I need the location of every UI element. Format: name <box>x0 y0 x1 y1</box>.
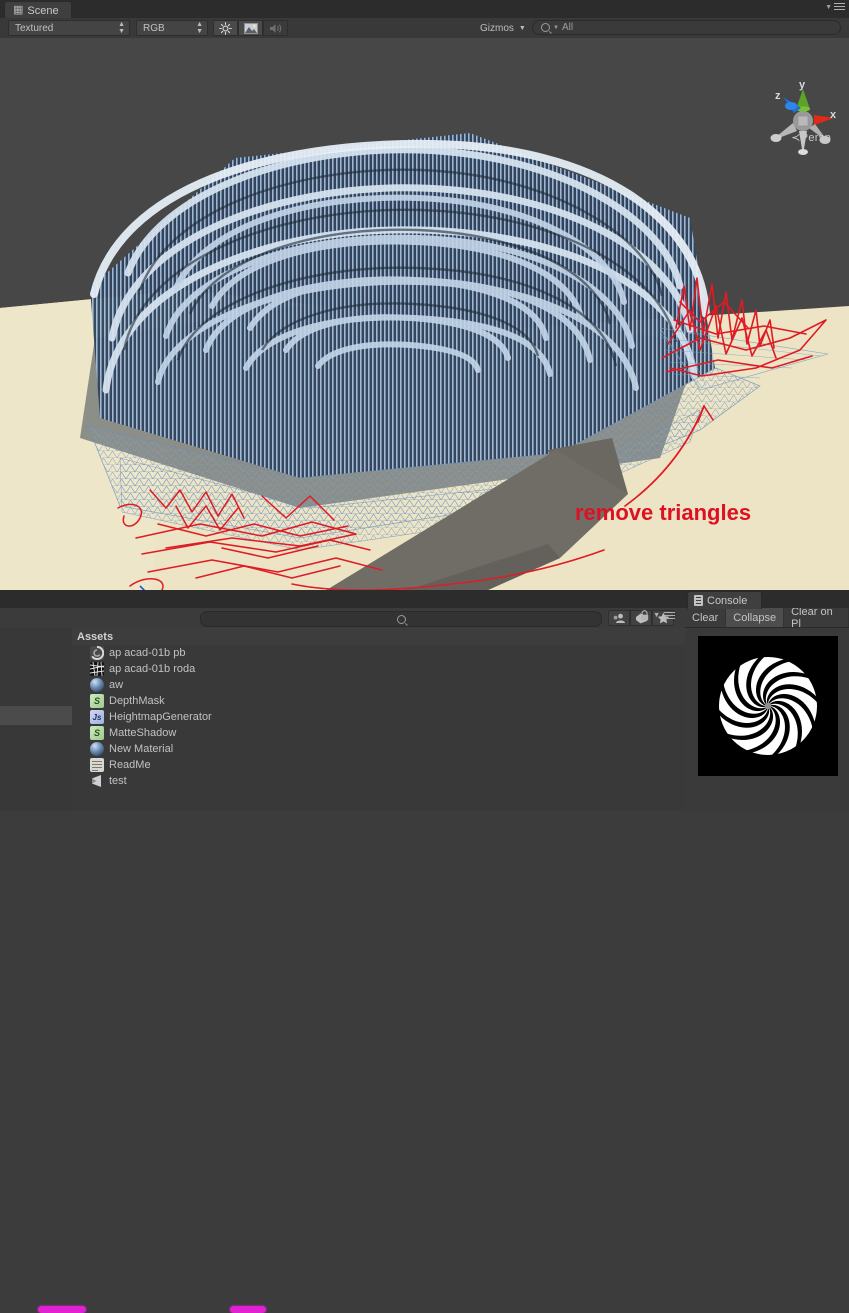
project-toolbar: ▼ <box>0 608 685 629</box>
color-mode-label: RGB <box>143 22 165 34</box>
highlight-mark-left <box>38 1306 86 1313</box>
scene-viewport[interactable]: x y z remove triangles ≺Persp <box>0 38 849 590</box>
annotation-remove-triangles: remove triangles <box>575 500 752 525</box>
scene-view-panel: ▦ Scene ▼ Textured ▲ ▼ RGB ▲ ▼ Gizmos ▼ … <box>0 0 849 590</box>
chevron-down-icon: ▼ <box>553 24 559 31</box>
updown-arrows-icon: ▲ ▼ <box>196 21 203 35</box>
material-sphere-icon <box>90 742 104 756</box>
console-toolbar: Clear Collapse Clear on Pl <box>685 606 849 630</box>
asset-row-label: HeightmapGenerator <box>109 711 212 723</box>
gizmos-label: Gizmos <box>480 22 514 34</box>
panel-menu-icon[interactable] <box>664 611 675 620</box>
chevron-down-icon: ▼ <box>518 24 526 32</box>
updown-arrows-icon: ▲ ▼ <box>118 21 125 35</box>
gizmo-y-label: y <box>799 79 806 91</box>
image-icon <box>243 22 258 34</box>
project-asset-list[interactable]: Assets ap acad-01b pb ap acad-01b roda aw S… <box>72 628 685 811</box>
asset-row-label: DepthMask <box>109 695 165 707</box>
asset-row[interactable]: ap acad-01b pb <box>72 645 685 661</box>
scene-toolbar: Textured ▲ ▼ RGB ▲ ▼ Gizmos ▼ ▼ All <box>0 18 849 39</box>
speaker-icon <box>269 23 281 33</box>
shader-icon: S <box>90 694 104 708</box>
scene-search-input[interactable]: ▼ All <box>532 20 841 35</box>
unity-editor-window: ▦ Scene ▼ Textured ▲ ▼ RGB ▲ ▼ Gizmos ▼ … <box>0 0 849 1313</box>
console-tab-strip: Console <box>685 590 849 609</box>
tab-scene[interactable]: ▦ Scene <box>4 1 72 19</box>
asset-row[interactable]: Js HeightmapGenerator <box>72 709 685 725</box>
scene-panel-menu-button[interactable]: ▼ <box>825 3 845 11</box>
asset-row[interactable]: test <box>72 773 685 789</box>
projection-mode-label: Persp <box>800 132 831 144</box>
project-panel-controls[interactable]: ▼ <box>640 610 675 621</box>
sun-icon <box>219 21 232 35</box>
scene-tab-bar: ▦ Scene ▼ <box>0 0 849 19</box>
color-mode-dropdown[interactable]: RGB ▲ ▼ <box>136 20 208 36</box>
console-collapse-button[interactable]: Collapse <box>726 608 785 627</box>
lower-dock: ▼ Assets ap acad-01b pb ap acad-01b roda a… <box>0 590 849 1313</box>
asset-row[interactable]: ap acad-01b roda <box>72 661 685 677</box>
asset-row-label: ap acad-01b pb <box>109 647 186 659</box>
asset-row[interactable]: New Material <box>72 741 685 757</box>
spiral-pinwheel-graphic <box>691 629 845 783</box>
draw-mode-dropdown[interactable]: Textured ▲ ▼ <box>8 20 130 36</box>
material-sphere-icon <box>90 678 104 692</box>
spiral-pinwheel-preview <box>691 629 845 783</box>
project-panel: ▼ Assets ap acad-01b pb ap acad-01b roda a… <box>0 590 685 1313</box>
noise-texture-icon <box>90 662 104 676</box>
lighting-toggle-button[interactable] <box>213 20 238 36</box>
projection-mode-button[interactable]: ≺Persp <box>791 131 831 144</box>
chevron-down-icon: ▼ <box>825 3 832 11</box>
asset-row-label: test <box>109 775 127 787</box>
skybox-toggle-button[interactable] <box>238 20 263 36</box>
project-folder-tree[interactable] <box>0 628 73 811</box>
search-icon <box>541 23 550 32</box>
asset-row[interactable]: ReadMe <box>72 757 685 773</box>
folder-tree-selected-row[interactable] <box>0 706 72 725</box>
gizmo-z-label: z <box>775 90 781 102</box>
asset-row-label: aw <box>109 679 124 691</box>
panel-menu-icon <box>834 3 845 11</box>
search-icon <box>396 614 406 624</box>
console-panel: Console Clear Collapse Clear on Pl <box>685 590 849 811</box>
text-file-icon <box>90 758 104 772</box>
asset-row-label: ReadMe <box>109 759 151 771</box>
type-filter-icon <box>613 613 625 623</box>
assets-header: Assets <box>72 628 685 645</box>
highlight-mark-right <box>230 1306 266 1313</box>
asset-row-label: ap acad-01b roda <box>109 663 196 675</box>
project-tab-strip <box>0 590 685 608</box>
asset-row[interactable]: aw <box>72 677 685 693</box>
shader-icon: S <box>90 726 104 740</box>
model-file-icon <box>90 774 104 788</box>
javascript-icon: Js <box>90 710 104 724</box>
persp-arrow-icon: ≺ <box>791 132 801 144</box>
console-message-area[interactable] <box>685 628 849 811</box>
gizmos-dropdown[interactable]: Gizmos ▼ <box>474 20 526 36</box>
console-icon <box>694 595 703 606</box>
chevron-down-icon: ▼ <box>653 612 660 619</box>
console-clear-button[interactable]: Clear <box>685 608 727 627</box>
asset-row-label: New Material <box>109 743 174 755</box>
lock-icon[interactable] <box>640 610 649 621</box>
draw-mode-label: Textured <box>15 22 54 34</box>
hash-grid-icon: ▦ <box>13 4 24 16</box>
tab-console[interactable]: Console <box>687 591 763 609</box>
asset-row-label: MatteShadow <box>109 727 177 739</box>
tab-scene-label: Scene <box>27 4 59 17</box>
project-search-input[interactable] <box>200 611 602 627</box>
scene-search-value: All <box>561 22 574 33</box>
console-clear-on-pl-button[interactable]: Clear on Pl <box>784 606 849 630</box>
audio-toggle-button[interactable] <box>263 20 288 36</box>
spiral-texture-icon <box>90 646 104 660</box>
tab-console-label: Console <box>707 594 748 607</box>
filter-by-type-button[interactable] <box>608 610 630 626</box>
gizmo-x-label: x <box>830 109 837 121</box>
asset-row[interactable]: S DepthMask <box>72 693 685 709</box>
asset-row[interactable]: S MatteShadow <box>72 725 685 741</box>
